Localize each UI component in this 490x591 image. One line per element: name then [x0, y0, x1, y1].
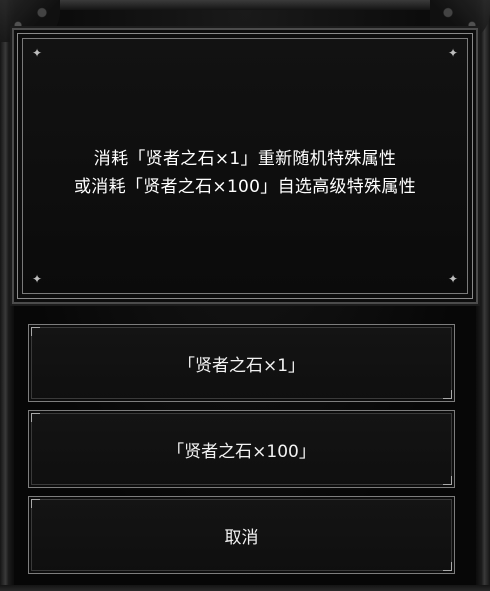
- frame-top-strip: [60, 0, 430, 10]
- frame-bottom-strip: [0, 585, 490, 591]
- option-label: 「贤者之石×100」: [167, 441, 316, 462]
- message-line-1: 消耗「贤者之石×1」重新随机特殊属性: [93, 149, 397, 169]
- dialog-screen: ✦ ✦ ✦ ✦ 消耗「贤者之石×1」重新随机特殊属性 或消耗「贤者之石×100」…: [0, 0, 490, 591]
- sparkle-icon: ✦: [31, 272, 43, 286]
- dialog-message: 消耗「贤者之石×1」重新随机特殊属性 或消耗「贤者之石×100」自选高级特殊属性: [23, 145, 467, 201]
- sparkle-icon: ✦: [31, 46, 43, 60]
- sparkle-icon: ✦: [447, 46, 459, 60]
- message-panel-inner: ✦ ✦ ✦ ✦ 消耗「贤者之石×1」重新随机特殊属性 或消耗「贤者之石×100」…: [22, 38, 468, 294]
- frame-pillar-right: [476, 0, 490, 591]
- option-label: 「贤者之石×1」: [177, 355, 306, 376]
- option-stone-x1-button[interactable]: 「贤者之石×1」: [28, 324, 455, 402]
- option-stone-x100-button[interactable]: 「贤者之石×100」: [28, 410, 455, 488]
- cancel-button[interactable]: 取消: [28, 496, 455, 574]
- sparkle-icon: ✦: [447, 272, 459, 286]
- option-label: 取消: [224, 527, 259, 548]
- message-line-2: 或消耗「贤者之石×100」自选高级特殊属性: [74, 177, 416, 197]
- message-panel: ✦ ✦ ✦ ✦ 消耗「贤者之石×1」重新随机特殊属性 或消耗「贤者之石×100」…: [12, 28, 478, 304]
